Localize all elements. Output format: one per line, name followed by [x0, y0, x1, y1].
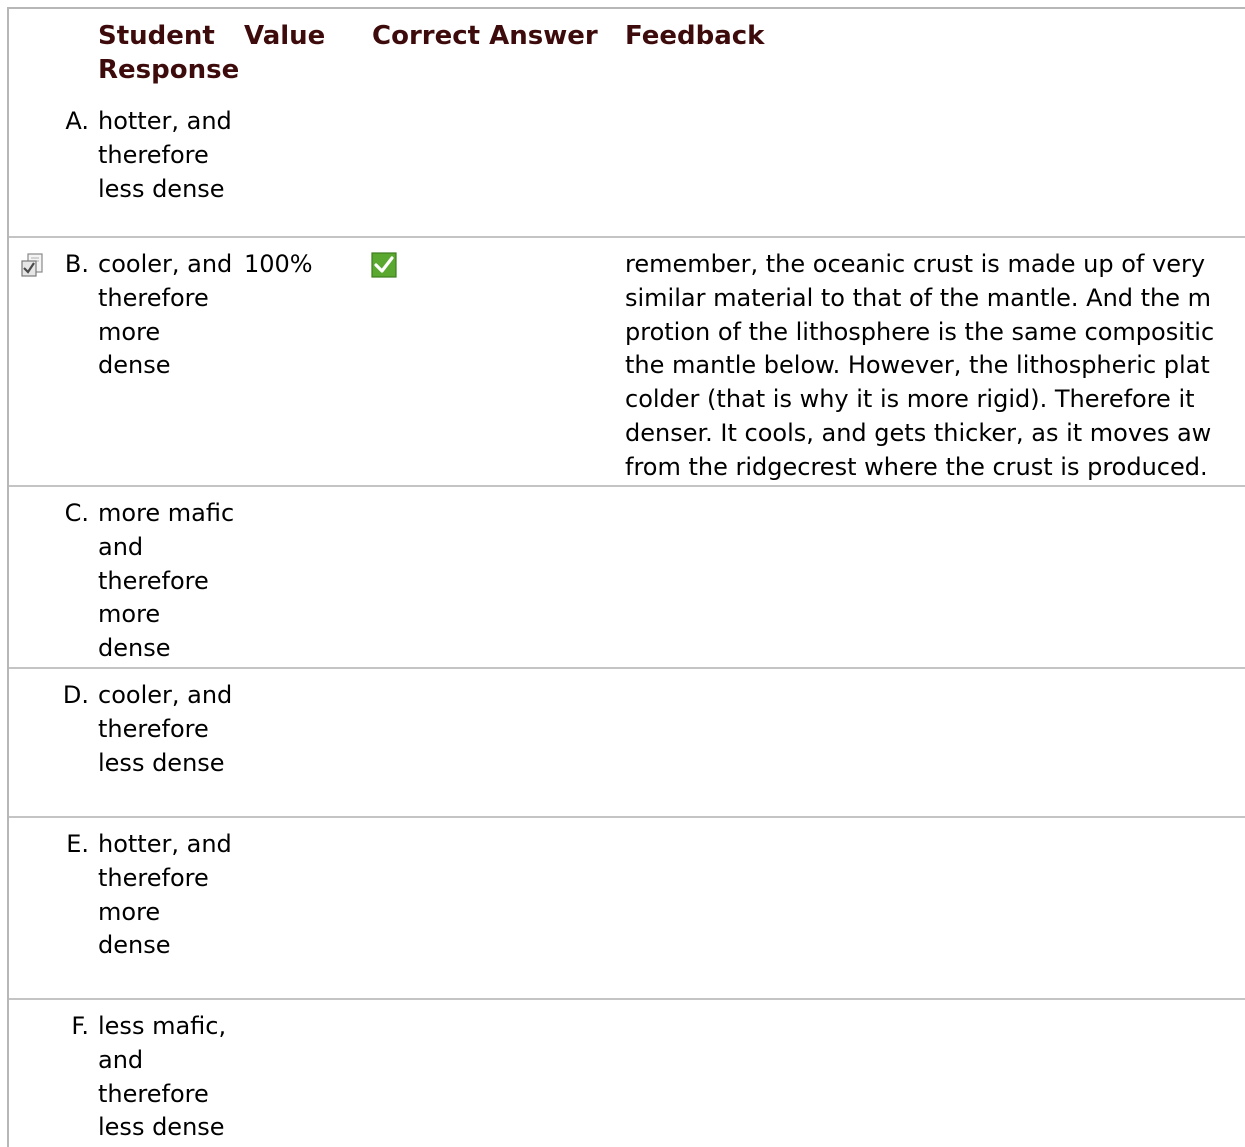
row-letter: D. — [62, 681, 89, 709]
feedback-line: denser. It cools, and gets thicker, as i… — [625, 418, 1212, 447]
row-letter: E. — [66, 830, 89, 858]
student-response: less mafic, and therefore less dense — [98, 1012, 227, 1142]
student-response: cooler, and therefore less dense — [98, 681, 233, 777]
header-value: Value — [244, 21, 326, 51]
feedback-text: remember, the oceanic crust is made up o… — [625, 248, 1245, 485]
student-response: hotter, and therefore less dense — [98, 107, 232, 203]
row-letter: C. — [64, 499, 89, 527]
table-row: D. cooler, and therefore less dense — [9, 669, 1245, 818]
feedback-line: similar material to that of the mantle. … — [625, 283, 1212, 312]
row-letter: B. — [64, 250, 89, 278]
student-response: cooler, and therefore more dense — [98, 250, 233, 380]
answer-value: 100% — [244, 250, 313, 278]
feedback-line: from the ridgecrest where the crust is p… — [625, 452, 1208, 481]
feedback-line: protion of the lithosphere is the same c… — [625, 317, 1215, 346]
student-response: hotter, and therefore more dense — [98, 830, 232, 960]
table-row: B. cooler, and therefore more dense 100%… — [9, 238, 1245, 487]
table-header: Student Response Value Correct Answer Fe… — [9, 9, 1245, 89]
feedback-line: the mantle below. However, the lithosphe… — [625, 351, 1210, 380]
feedback-line: remember, the oceanic crust is made up o… — [625, 250, 1206, 278]
feedback-line: colder (that is why it is more rigid). T… — [625, 385, 1195, 414]
table-row: E. hotter, and therefore more dense — [9, 818, 1245, 1000]
selected-answer-icon — [20, 252, 46, 278]
table-row: F. less mafic, and therefore less dense — [9, 1000, 1245, 1147]
table-row: A. hotter, and therefore less dense — [9, 95, 1245, 238]
results-table: Student Response Value Correct Answer Fe… — [7, 7, 1245, 1147]
header-student-response: Student Response — [98, 21, 240, 85]
header-feedback: Feedback — [625, 21, 765, 51]
header-correct-answer: Correct Answer — [372, 21, 598, 51]
row-letter: A. — [65, 107, 89, 135]
checkmark-icon — [371, 252, 397, 278]
student-response: more mafic and therefore more dense — [98, 499, 235, 663]
table-row: C. more mafic and therefore more dense — [9, 487, 1245, 669]
row-letter: F. — [71, 1012, 89, 1040]
